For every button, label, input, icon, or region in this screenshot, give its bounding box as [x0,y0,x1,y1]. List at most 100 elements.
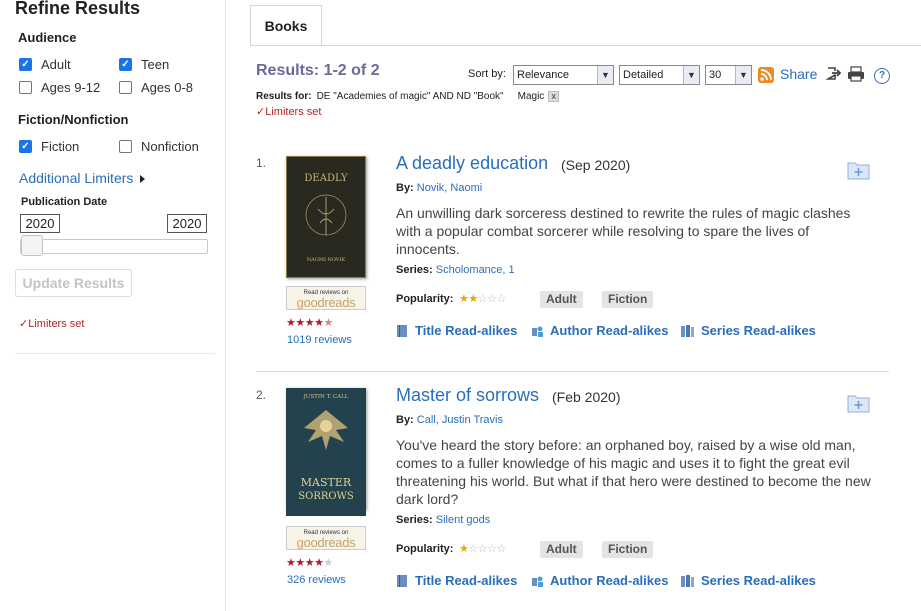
per-page-select[interactable]: 30 ▼ [705,65,752,85]
cover-author-text: JUSTIN T. CALL [303,394,349,400]
author-line: By: Novik, Naomi [396,182,482,194]
additional-limiters-label[interactable]: Additional Limiters [19,170,133,186]
checkbox-icon[interactable] [119,81,132,94]
tab-books[interactable]: Books [250,5,322,45]
genre-tag: Fiction [602,541,654,558]
checkbox-icon[interactable] [19,140,32,153]
goodreads-rating-stars: ★★★★★ [286,557,333,569]
genre-tag: Fiction [602,291,654,308]
add-to-folder-icon[interactable] [847,160,870,180]
read-alikes-label[interactable]: Author Read-alikes [550,573,668,588]
series-link[interactable]: Scholomance, 1 [436,264,515,276]
chevron-down-icon[interactable]: ▼ [683,66,699,84]
author-read-alikes-link[interactable]: Author Read-alikes [531,323,668,338]
cover-author-text: NAOMI NOVIK [307,257,346,263]
sort-select[interactable]: Relevance ▼ [513,65,614,85]
author-icon [531,324,544,338]
checkbox-icon[interactable] [119,140,132,153]
export-icon[interactable] [824,65,842,83]
read-alikes-label[interactable]: Title Read-alikes [415,323,517,338]
book-icon [396,574,409,588]
pub-date-to-input[interactable]: 2020 [167,214,207,233]
checkbox-label: Fiction [41,139,80,154]
cover-subtitle-text: SORROWS [298,491,354,502]
checkbox-label: Ages 9-12 [41,80,101,95]
pub-date-from-input[interactable]: 2020 [20,214,60,233]
series-line: Series: Silent gods [396,514,490,526]
pub-date-slider-handle[interactable] [21,235,43,256]
audience-ages-9-12-checkbox[interactable]: Ages 9-12 [19,80,100,95]
limiters-set-note: ✓Limiters set [19,318,85,330]
chevron-down-icon[interactable]: ▼ [735,66,751,84]
audience-ages-0-8-checkbox[interactable]: Ages 0-8 [119,80,193,95]
sort-value: Relevance [517,69,569,81]
help-icon[interactable]: ? [874,68,890,84]
audience-tag: Adult [540,541,583,558]
pub-date: (Sep 2020) [561,157,631,173]
read-alikes-label[interactable]: Series Read-alikes [701,573,816,588]
view-value: Detailed [623,69,664,81]
author-read-alikes-link[interactable]: Author Read-alikes [531,573,668,588]
publication-date-label: Publication Date [21,196,108,208]
audience-heading: Audience [18,30,77,45]
author-link[interactable]: Call, Justin Travis [417,414,503,426]
goodreads-logo: goodreads [296,295,356,310]
author-link[interactable]: Novik, Naomi [417,182,482,194]
series-read-alikes-link[interactable]: Series Read-alikes [680,573,816,588]
update-results-button[interactable]: Update Results [15,269,132,297]
by-label: By: [396,414,414,426]
rss-icon[interactable] [758,67,774,83]
additional-limiters-link[interactable]: Additional Limiters [19,170,146,186]
limiters-set-note: ✓Limiters set [256,106,322,118]
share-link[interactable]: Share [780,66,817,82]
record-divider [256,371,889,372]
results-for-label: Results for: [256,91,312,102]
title-read-alikes-link[interactable]: Title Read-alikes [396,323,517,338]
fiction-checkbox[interactable]: Fiction [19,139,79,154]
cover-title-text: MASTER [301,476,352,489]
print-icon[interactable] [847,66,865,82]
per-page-value: 30 [709,69,722,81]
series-link[interactable]: Silent gods [436,514,490,526]
read-alikes-label[interactable]: Title Read-alikes [415,573,517,588]
add-to-folder-icon[interactable] [847,393,870,413]
checkbox-icon[interactable] [19,81,32,94]
goodreads-button[interactable]: Read reviews on goodreads [286,286,366,310]
audience-adult-checkbox[interactable]: Adult [19,57,71,72]
series-read-alikes-link[interactable]: Series Read-alikes [680,323,816,338]
read-alikes-label[interactable]: Series Read-alikes [701,323,816,338]
book-title-link[interactable]: A deadly education [396,153,548,174]
book-description: You've heard the story before: an orphan… [396,437,871,507]
checkbox-icon[interactable] [19,58,32,71]
checkbox-icon[interactable] [119,58,132,71]
record-number: 2. [256,388,267,402]
results-count: Results: 1-2 of 2 [256,62,380,79]
query-text: DE "Academies of magic" AND ND "Book" [316,91,504,102]
series-label: Series: [396,514,433,526]
book-cover[interactable]: DEADLY NAOMI NOVIK [286,156,366,278]
goodreads-button[interactable]: Read reviews on goodreads [286,526,366,550]
checkbox-label: Teen [141,57,170,72]
expand-arrow-icon[interactable] [140,175,146,184]
reviews-link[interactable]: 1019 reviews [287,334,352,346]
book-description: An unwilling dark sorceress destined to … [396,205,851,257]
nonfiction-checkbox[interactable]: Nonfiction [119,139,199,154]
read-alikes-label[interactable]: Author Read-alikes [550,323,668,338]
series-line: Series: Scholomance, 1 [396,264,515,276]
popularity-stars: ★★☆☆☆ [459,293,506,305]
author-icon [531,574,544,588]
pub-date-slider[interactable] [20,239,208,254]
book-cover[interactable]: JUSTIN T. CALL MASTER SORROWS [286,388,366,516]
cover-title-text: DEADLY [304,173,348,184]
results-for-line: Results for: DE "Academies of magic" AND… [256,91,560,102]
title-read-alikes-link[interactable]: Title Read-alikes [396,573,517,588]
audience-teen-checkbox[interactable]: Teen [119,57,169,72]
book-icon [396,324,409,338]
view-select[interactable]: Detailed ▼ [619,65,700,85]
checkbox-label: Nonfiction [141,139,199,154]
book-title-link[interactable]: Master of sorrows [396,385,539,406]
chevron-down-icon[interactable]: ▼ [597,66,613,84]
popularity-label: Popularity: [396,543,454,555]
reviews-link[interactable]: 326 reviews [287,574,346,586]
remove-facet-button[interactable]: x [548,91,560,102]
